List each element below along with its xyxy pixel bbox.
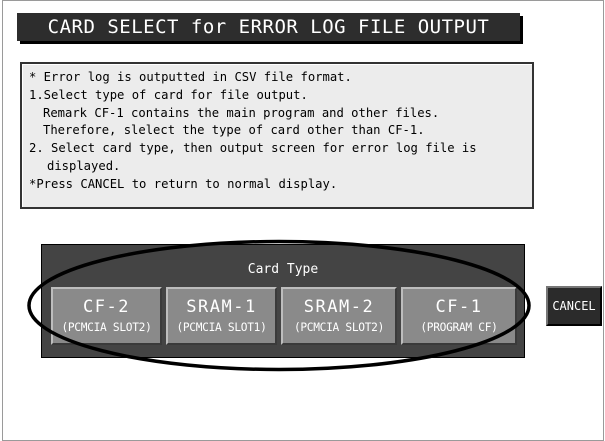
card-button-sram-1[interactable]: SRAM-1 (PCMCIA SLOT1)	[166, 287, 277, 345]
card-button-name: SRAM-1	[186, 297, 257, 317]
instruction-line: *Press CANCEL to return to normal displa…	[29, 176, 338, 191]
instruction-line: * Error log is outputted in CSV file for…	[29, 70, 352, 84]
card-button-cf-2[interactable]: CF-2 (PCMCIA SLOT2)	[51, 287, 162, 345]
cancel-button-label: CANCEL	[552, 299, 596, 313]
instruction-line: Remark CF-1 contains the main program an…	[43, 105, 440, 120]
card-button-name: SRAM-2	[303, 297, 375, 317]
card-button-name: CF-2	[83, 297, 130, 317]
instruction-line: Therefore, slelect the type of card othe…	[43, 123, 425, 138]
cancel-button[interactable]: CANCEL	[546, 286, 602, 326]
card-button-sram-2[interactable]: SRAM-2 (PCMCIA SLOT2)	[281, 287, 397, 345]
card-button-slot: (PCMCIA SLOT2)	[61, 321, 152, 334]
screen-frame: CARD SELECT for ERROR LOG FILE OUTPUT * …	[2, 0, 604, 441]
card-button-slot: (PCMCIA SLOT1)	[176, 321, 267, 334]
instructions-text: * Error log is outputted in CSV file for…	[29, 69, 526, 194]
instructions-box: * Error log is outputted in CSV file for…	[20, 62, 534, 209]
instruction-line: 2. Select card type, then output screen …	[29, 141, 477, 156]
card-type-heading: Card Type	[247, 262, 319, 277]
instruction-line: displayed.	[47, 158, 121, 173]
screen-title-bar: CARD SELECT for ERROR LOG FILE OUTPUT	[17, 13, 520, 41]
instruction-line: 1.Select type of card for file output.	[29, 87, 308, 102]
card-button-cf-1[interactable]: CF-1 (PROGRAM CF)	[401, 287, 517, 345]
screen-title: CARD SELECT for ERROR LOG FILE OUTPUT	[47, 16, 490, 38]
card-type-panel: Card Type CF-2 (PCMCIA SLOT2) SRAM-1 (PC…	[41, 244, 525, 358]
card-button-name: CF-1	[435, 297, 483, 317]
card-button-slot: (PCMCIA SLOT2)	[293, 321, 385, 334]
card-button-slot: (PROGRAM CF)	[420, 321, 498, 334]
